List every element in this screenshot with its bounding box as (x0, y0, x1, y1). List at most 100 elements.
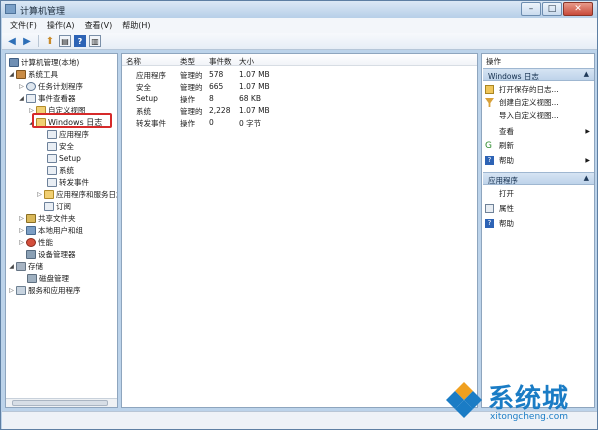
tree-label: 应用程序 (59, 129, 89, 139)
action-label: 打开 (499, 189, 514, 198)
cell-event-count: 2,228 (209, 106, 231, 115)
cell-size: 0 字节 (239, 119, 262, 128)
tree-item-forwarded-log[interactable]: 转发事件 (46, 176, 89, 188)
table-row[interactable]: Setup 操作 8 68 KB (122, 94, 477, 105)
maximize-button[interactable]: □ (542, 2, 562, 16)
help-icon: ? (485, 219, 494, 228)
log-icon (47, 177, 57, 187)
cell-type: 管理的 (180, 107, 203, 116)
action-open[interactable]: 打开 (485, 188, 593, 199)
actions-section-application[interactable]: 应用程序 ▲ (483, 172, 594, 185)
tree-label: 服务和应用程序 (28, 285, 81, 295)
tree-item-app-service-logs[interactable]: ▷ 应用程序和服务日志 (36, 188, 117, 200)
column-header-event-count[interactable]: 事件数 (209, 56, 232, 67)
minimize-button[interactable]: – (521, 2, 541, 16)
show-hide-tree-icon[interactable]: ▤ (59, 35, 71, 47)
computer-icon (9, 57, 19, 67)
selection-highlight-box (32, 113, 112, 128)
log-icon (47, 165, 57, 175)
tree-item-performance[interactable]: ▷ 性能 (18, 236, 53, 248)
tree-item-local-users[interactable]: ▷ 本地用户和组 (18, 224, 83, 236)
tree-item-storage[interactable]: ◢ 存储 (8, 260, 43, 272)
tree-item-services-apps[interactable]: ▷ 服务和应用程序 (8, 284, 81, 296)
action-refresh[interactable]: G 刷新 (485, 140, 593, 151)
cell-event-count: 665 (209, 82, 224, 91)
tree-label: 安全 (59, 141, 74, 151)
table-row[interactable]: 转发事件 操作 0 0 字节 (122, 118, 477, 129)
log-icon (47, 141, 57, 151)
collapse-up-icon[interactable]: ▲ (584, 70, 589, 78)
action-open-saved-log[interactable]: 打开保存的日志... (485, 84, 593, 95)
action-import-custom-view[interactable]: 导入自定义视图... (485, 110, 593, 121)
table-row[interactable]: 安全 管理的 665 1.07 MB (122, 82, 477, 93)
forward-arrow-icon[interactable]: ▶ (21, 35, 33, 47)
tree-label: 转发事件 (59, 177, 89, 187)
collapse-up-icon[interactable]: ▲ (584, 174, 589, 182)
tree-item-shared-folders[interactable]: ▷ 共享文件夹 (18, 212, 76, 224)
actions-section-windows-logs[interactable]: Windows 日志 ▲ (483, 68, 594, 81)
list-header: 名称 类型 事件数 大小 (122, 54, 477, 66)
action-label: 创建自定义视图... (499, 98, 559, 107)
event-viewer-icon (26, 93, 36, 103)
window-controls: – □ ✕ (521, 2, 593, 16)
properties-icon (485, 204, 494, 213)
toolbar-separator (38, 35, 39, 47)
tree-item-root[interactable]: 计算机管理(本地) (8, 56, 79, 68)
collapse-icon[interactable]: ◢ (8, 263, 15, 270)
expand-icon[interactable]: ▷ (18, 227, 25, 234)
section-title: 应用程序 (488, 176, 518, 185)
menu-view[interactable]: 查看(V) (85, 20, 113, 31)
expand-icon[interactable]: ▷ (18, 83, 25, 90)
column-header-type[interactable]: 类型 (180, 56, 195, 67)
refresh-icon: G (485, 141, 492, 151)
window-title: 计算机管理 (20, 7, 66, 17)
tree-label: 本地用户和组 (38, 225, 83, 235)
up-folder-icon[interactable]: ⬆ (44, 35, 56, 47)
open-folder-icon (485, 85, 494, 94)
action-properties[interactable]: 属性 (485, 203, 593, 214)
column-header-size[interactable]: 大小 (239, 56, 254, 67)
scrollbar-thumb[interactable] (12, 400, 108, 406)
table-row[interactable]: 应用程序 管理的 578 1.07 MB (122, 70, 477, 81)
tree-item-security-log[interactable]: 安全 (46, 140, 74, 152)
action-help[interactable]: ? 帮助 ▶ (485, 155, 593, 166)
table-row[interactable]: 系统 管理的 2,228 1.07 MB (122, 106, 477, 117)
menu-action[interactable]: 操作(A) (47, 20, 75, 31)
column-header-name[interactable]: 名称 (126, 56, 141, 67)
cell-event-count: 0 (209, 118, 214, 127)
tree-item-event-viewer[interactable]: ◢ 事件查看器 (18, 92, 76, 104)
toolbar: ◀ ▶ ⬆ ▤ ? ▥ (2, 33, 597, 50)
collapse-icon[interactable]: ◢ (8, 71, 15, 78)
computer-management-window: 计算机管理 – □ ✕ 文件(F) 操作(A) 查看(V) 帮助(H) ◀ ▶ … (0, 0, 598, 430)
show-hide-action-pane-icon[interactable]: ▥ (89, 35, 101, 47)
tree-item-task-scheduler[interactable]: ▷ 任务计划程序 (18, 80, 83, 92)
tree-item-subscriptions[interactable]: 订阅 (36, 200, 71, 212)
cell-name: 转发事件 (136, 119, 166, 128)
menu-bar: 文件(F) 操作(A) 查看(V) 帮助(H) (2, 18, 597, 33)
expand-icon[interactable]: ▷ (18, 239, 25, 246)
action-view[interactable]: 查看 ▶ (485, 126, 593, 137)
tree-label: 系统 (59, 165, 74, 175)
action-create-custom-view[interactable]: 创建自定义视图... (485, 97, 593, 108)
tree-item-system-log[interactable]: 系统 (46, 164, 74, 176)
section-title: Windows 日志 (488, 72, 539, 81)
tree-item-setup-log[interactable]: Setup (46, 152, 81, 164)
tree-item-device-manager[interactable]: 设备管理器 (18, 248, 76, 260)
cell-type: 操作 (180, 95, 195, 104)
close-button[interactable]: ✕ (563, 2, 593, 16)
tree-item-system-tools[interactable]: ◢ 系统工具 (8, 68, 58, 80)
collapse-icon[interactable]: ◢ (18, 95, 25, 102)
expand-icon[interactable]: ▷ (36, 191, 43, 198)
tree-item-disk-management[interactable]: 磁盘管理 (26, 272, 69, 284)
tree-horizontal-scrollbar[interactable] (6, 398, 117, 407)
help-icon[interactable]: ? (74, 35, 86, 47)
back-arrow-icon[interactable]: ◀ (6, 35, 18, 47)
expand-icon[interactable]: ▷ (18, 215, 25, 222)
cell-size: 1.07 MB (239, 82, 270, 91)
expand-icon[interactable]: ▷ (8, 287, 15, 294)
tree-item-app-log[interactable]: 应用程序 (46, 128, 89, 140)
menu-file[interactable]: 文件(F) (10, 20, 37, 31)
tree-label: 计算机管理(本地) (21, 57, 80, 67)
action-help-2[interactable]: ? 帮助 (485, 218, 593, 229)
menu-help[interactable]: 帮助(H) (122, 20, 150, 31)
